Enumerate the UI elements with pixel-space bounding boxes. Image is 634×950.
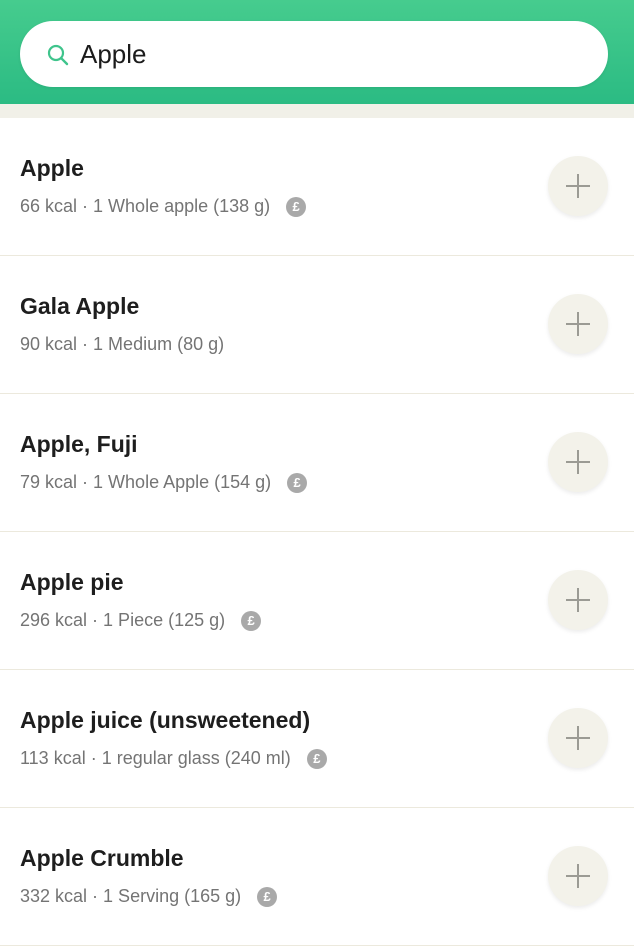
plus-icon xyxy=(566,450,590,474)
food-serving: 1 Serving (165 g) xyxy=(103,886,242,906)
plus-icon xyxy=(566,726,590,750)
food-details: 113 kcal · 1 regular glass (240 ml) £ xyxy=(20,748,327,769)
food-kcal: 332 kcal xyxy=(20,886,88,906)
plus-icon xyxy=(566,864,590,888)
food-serving: 1 Whole Apple (154 g) xyxy=(93,472,272,492)
food-kcal: 113 kcal xyxy=(20,748,86,768)
list-item[interactable]: Apple 66 kcal · 1 Whole apple (138 g) £ xyxy=(0,118,634,256)
food-name: Apple, Fuji xyxy=(20,431,138,457)
add-food-button[interactable] xyxy=(548,432,608,492)
list-item[interactable]: Apple pie 296 kcal · 1 Piece (125 g) £ xyxy=(0,532,634,670)
search-results-list: Apple 66 kcal · 1 Whole apple (138 g) £ … xyxy=(0,118,634,946)
food-name: Apple juice (unsweetened) xyxy=(20,707,311,733)
search-icon xyxy=(46,43,70,67)
food-kcal: 90 kcal xyxy=(20,334,78,354)
add-food-button[interactable] xyxy=(548,846,608,906)
pound-icon: £ xyxy=(306,748,327,769)
list-item[interactable]: Gala Apple 90 kcal · 1 Medium (80 g) xyxy=(0,256,634,394)
pound-icon: £ xyxy=(287,472,308,493)
plus-icon xyxy=(566,312,590,336)
meta-separator: · xyxy=(87,610,104,630)
food-serving: 1 Whole apple (138 g) xyxy=(93,196,271,216)
list-item[interactable]: Apple, Fuji 79 kcal · 1 Whole Apple (154… xyxy=(0,394,634,532)
add-food-button[interactable] xyxy=(548,294,608,354)
food-kcal: 79 kcal xyxy=(20,472,78,492)
food-kcal: 66 kcal xyxy=(20,196,78,216)
plus-icon xyxy=(566,588,590,612)
plus-icon xyxy=(566,174,590,198)
food-name: Apple Crumble xyxy=(20,845,184,871)
food-kcal: 296 kcal xyxy=(20,610,88,630)
pound-icon: £ xyxy=(241,610,262,631)
food-serving: 1 regular glass (240 ml) xyxy=(101,748,291,768)
food-details: 66 kcal · 1 Whole apple (138 g) £ xyxy=(20,196,307,217)
meta-separator: · xyxy=(87,886,104,906)
food-details: 79 kcal · 1 Whole Apple (154 g) £ xyxy=(20,472,308,493)
search-bar[interactable] xyxy=(20,21,608,87)
meta-separator: · xyxy=(77,196,94,216)
search-input[interactable] xyxy=(80,31,580,77)
add-food-button[interactable] xyxy=(548,708,608,768)
food-name: Apple xyxy=(20,155,84,181)
meta-separator: · xyxy=(85,748,102,768)
add-food-button[interactable] xyxy=(548,570,608,630)
food-serving: 1 Piece (125 g) xyxy=(103,610,226,630)
food-serving: 1 Medium (80 g) xyxy=(93,334,225,354)
app-header xyxy=(0,0,634,104)
results-top-divider xyxy=(0,104,634,118)
food-details: 332 kcal · 1 Serving (165 g) £ xyxy=(20,886,278,907)
food-name: Apple pie xyxy=(20,569,124,595)
list-item[interactable]: Apple Crumble 332 kcal · 1 Serving (165 … xyxy=(0,808,634,946)
add-food-button[interactable] xyxy=(548,156,608,216)
list-item[interactable]: Apple juice (unsweetened) 113 kcal · 1 r… xyxy=(0,670,634,808)
meta-separator: · xyxy=(77,334,94,354)
food-name: Gala Apple xyxy=(20,293,140,319)
meta-separator: · xyxy=(77,472,94,492)
pound-icon: £ xyxy=(286,196,307,217)
pound-icon: £ xyxy=(257,886,278,907)
food-details: 90 kcal · 1 Medium (80 g) xyxy=(20,334,224,355)
food-details: 296 kcal · 1 Piece (125 g) £ xyxy=(20,610,262,631)
